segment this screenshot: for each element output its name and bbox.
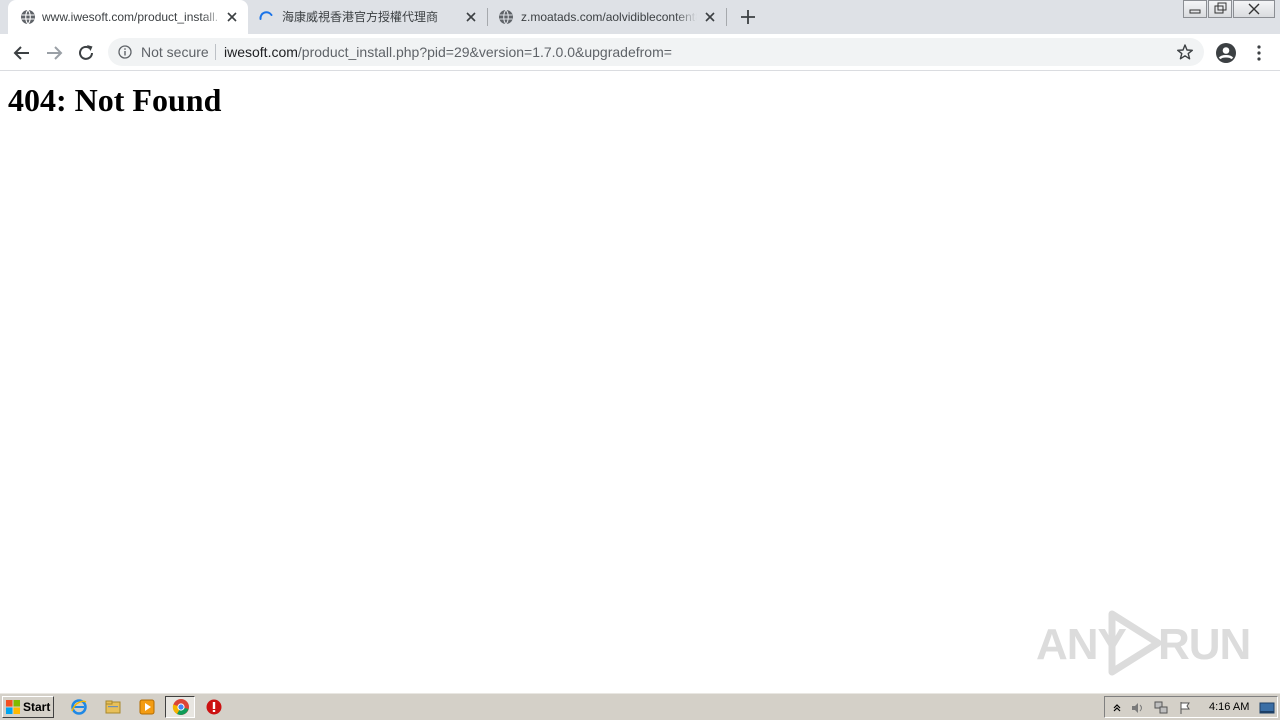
menu-kebab-icon[interactable] bbox=[1247, 41, 1271, 65]
tab-title: z.moatads.com/aolvidiblecontent859 bbox=[521, 10, 697, 24]
url-path: /product_install.php?pid=29&version=1.7.… bbox=[297, 44, 672, 60]
taskbar-clock[interactable]: 4:16 AM bbox=[1209, 701, 1249, 713]
start-label: Start bbox=[23, 700, 51, 714]
tab-title: 海康威視香港官方授權代理商 bbox=[282, 10, 439, 24]
network-icon[interactable] bbox=[1153, 700, 1169, 716]
start-button[interactable]: Start bbox=[2, 696, 54, 718]
chrome-icon bbox=[172, 699, 189, 715]
url-host: iwesoft.com bbox=[224, 44, 298, 60]
close-tab-icon[interactable] bbox=[702, 9, 718, 25]
globe-icon bbox=[499, 9, 513, 25]
reload-icon[interactable] bbox=[74, 41, 98, 65]
play-logo-icon bbox=[1108, 610, 1162, 676]
close-window-icon bbox=[1248, 3, 1260, 15]
system-tray: 4:16 AM bbox=[1104, 696, 1278, 718]
address-divider bbox=[215, 44, 216, 60]
forward-icon[interactable] bbox=[42, 41, 66, 65]
close-tab-icon[interactable] bbox=[463, 9, 479, 25]
action-center-flag-icon[interactable] bbox=[1177, 700, 1193, 716]
media-player-icon[interactable] bbox=[138, 698, 156, 716]
minimize-button[interactable] bbox=[1183, 0, 1207, 18]
tab-title: www.iwesoft.com/product_install.php bbox=[42, 10, 218, 24]
file-explorer-icon[interactable] bbox=[104, 698, 122, 716]
close-tab-icon[interactable] bbox=[224, 9, 240, 25]
tab-title-fade bbox=[675, 8, 697, 26]
tab-moatads[interactable]: z.moatads.com/aolvidiblecontent859 bbox=[488, 0, 726, 34]
restore-icon bbox=[1214, 2, 1227, 14]
page-heading: 404: Not Found bbox=[8, 82, 222, 118]
tab-strip: www.iwesoft.com/product_install.php 海康威視… bbox=[0, 0, 1280, 34]
browser-toolbar: Not secure iwesoft.com/product_install.p… bbox=[0, 34, 1280, 71]
url-text[interactable]: iwesoft.com/product_install.php?pid=29&v… bbox=[224, 44, 672, 60]
taskbar: Start 4:16 AM bbox=[0, 692, 1280, 720]
tab-separator bbox=[726, 8, 727, 26]
security-label[interactable]: Not secure bbox=[141, 44, 209, 60]
address-bar[interactable]: Not secure iwesoft.com/product_install.p… bbox=[108, 38, 1204, 66]
show-desktop-icon[interactable] bbox=[1259, 700, 1275, 716]
globe-icon bbox=[21, 9, 35, 25]
page-content: 404: Not Found ANY RUN bbox=[0, 72, 1280, 692]
tab-iwesoft[interactable]: www.iwesoft.com/product_install.php bbox=[8, 0, 248, 34]
minimize-icon bbox=[1189, 9, 1201, 14]
info-icon[interactable] bbox=[118, 45, 132, 59]
profile-avatar-icon[interactable] bbox=[1214, 41, 1238, 65]
back-icon[interactable] bbox=[10, 41, 34, 65]
volume-icon[interactable] bbox=[1129, 700, 1145, 716]
anyrun-watermark: ANY RUN bbox=[1036, 608, 1251, 678]
restore-button[interactable] bbox=[1208, 0, 1232, 18]
loading-spinner-icon bbox=[259, 11, 273, 20]
windows-logo-icon bbox=[6, 700, 20, 714]
show-hidden-icons-icon[interactable] bbox=[1109, 700, 1125, 716]
close-window-button[interactable] bbox=[1233, 0, 1275, 18]
stop-sign-icon[interactable] bbox=[205, 698, 223, 716]
new-tab-icon[interactable] bbox=[738, 7, 758, 27]
chrome-taskbar-button[interactable] bbox=[165, 696, 195, 718]
bookmark-star-icon[interactable] bbox=[1176, 43, 1194, 61]
watermark-text-right: RUN bbox=[1158, 620, 1251, 669]
internet-explorer-icon[interactable] bbox=[70, 698, 88, 716]
tab-title-fade bbox=[202, 8, 224, 26]
tab-hikvision[interactable]: 海康威視香港官方授權代理商 bbox=[248, 0, 486, 34]
